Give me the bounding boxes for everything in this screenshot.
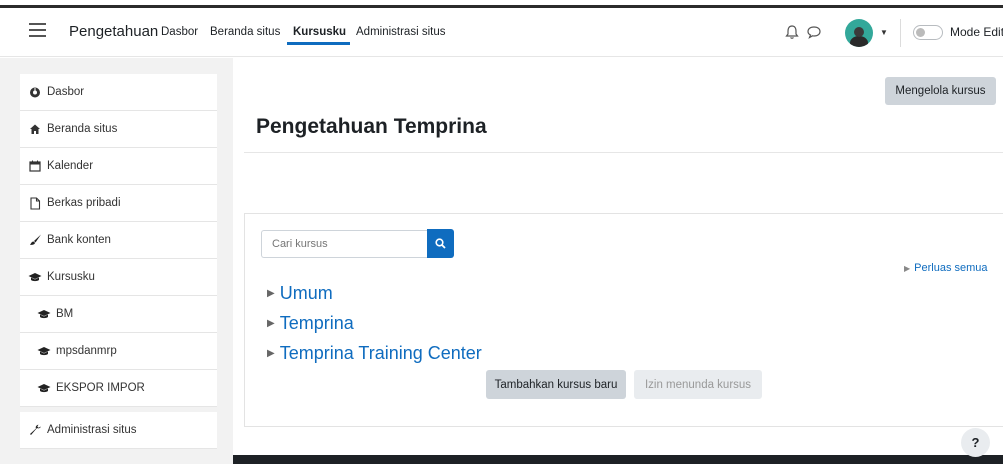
site-brand[interactable]: Pengetahuan [69, 23, 158, 40]
nav-link-administrasi-situs[interactable]: Administrasi situs [356, 26, 445, 38]
category-umum[interactable]: ▶ Umum [267, 283, 333, 304]
menu-icon[interactable] [29, 23, 46, 39]
nav-link-beranda-situs[interactable]: Beranda situs [210, 26, 280, 38]
caret-right-icon: ▶ [267, 288, 275, 299]
sidebar-item-beranda-situs[interactable]: Beranda situs [20, 111, 217, 148]
chat-icon[interactable] [806, 24, 822, 40]
bell-icon[interactable] [785, 24, 799, 40]
sidebar-item-kalender[interactable]: Kalender [20, 148, 217, 185]
sidebar-item-label: Beranda situs [47, 123, 118, 135]
sidebar-item-ekspor-impor[interactable]: EKSPOR IMPOR [20, 370, 217, 407]
category-temprina[interactable]: ▶ Temprina [267, 313, 354, 334]
home-icon [28, 122, 42, 136]
category-label: Temprina [279, 313, 354, 333]
graduation-cap-icon [37, 307, 51, 321]
sidebar-item-mpsdanmrp[interactable]: mpsdanmrp [20, 333, 217, 370]
course-search-input[interactable] [261, 230, 428, 258]
sidebar-item-berkas-pribadi[interactable]: Berkas pribadi [20, 185, 217, 222]
sidebar-item-label: Bank konten [47, 234, 111, 246]
chevron-down-icon[interactable]: ▼ [880, 28, 888, 37]
expand-all-link[interactable]: ▶ Perluas semua [904, 262, 988, 274]
category-label: Umum [279, 283, 333, 303]
graduation-cap-icon [37, 381, 51, 395]
pending-course-requests-button[interactable]: Izin menunda kursus [634, 370, 762, 399]
graduation-cap-icon [28, 270, 42, 284]
course-index-drawer: Dasbor Beranda situs Kalender Berkas pri… [0, 58, 233, 464]
navbar-divider [900, 19, 901, 47]
page-title: Pengetahuan Temprina [256, 115, 487, 138]
sidebar-item-kursusku[interactable]: Kursusku [20, 259, 217, 296]
add-new-course-button[interactable]: Tambahkan kursus baru [486, 370, 626, 399]
top-navbar: Pengetahuan Dasbor Beranda situs Kursusk… [0, 11, 1003, 57]
caret-right-icon: ▶ [267, 348, 275, 359]
category-temprina-training-center[interactable]: ▶ Temprina Training Center [267, 343, 482, 364]
sidebar-item-label: Kalender [47, 160, 94, 172]
category-label: Temprina Training Center [279, 343, 482, 363]
brush-icon [28, 233, 42, 247]
sidebar-item-label: Kursusku [47, 271, 95, 283]
active-tab-indicator [287, 42, 350, 45]
manage-courses-button[interactable]: Mengelola kursus [885, 77, 996, 105]
footer-bar [233, 455, 1003, 464]
sidebar-item-bm[interactable]: BM [20, 296, 217, 333]
sidebar-item-label: Dasbor [47, 86, 85, 98]
dashboard-icon [28, 85, 42, 99]
help-button[interactable]: ? [961, 428, 990, 457]
avatar[interactable] [845, 19, 873, 47]
nav-link-kursusku[interactable]: Kursusku [293, 26, 346, 38]
search-icon [435, 238, 446, 249]
sidebar-item-administrasi-situs[interactable]: Administrasi situs [20, 412, 217, 449]
sidebar-item-label: Administrasi situs [47, 424, 137, 436]
window-top-strip [0, 0, 1003, 8]
edit-mode-toggle[interactable] [913, 25, 943, 40]
sidebar-item-dasbor[interactable]: Dasbor [20, 74, 217, 111]
sidebar-item-label: mpsdanmrp [56, 345, 117, 357]
sidebar-item-label: Berkas pribadi [47, 197, 121, 209]
sidebar-item-label: BM [56, 308, 74, 320]
sidebar-item-bank-konten[interactable]: Bank konten [20, 222, 217, 259]
calendar-icon [28, 159, 42, 173]
wrench-icon [28, 423, 42, 437]
sidebar-item-label: EKSPOR IMPOR [56, 382, 145, 394]
edit-mode-label: Mode Edit [950, 25, 1003, 39]
expand-all-label: Perluas semua [914, 262, 988, 274]
caret-right-icon: ▶ [904, 264, 911, 273]
nav-link-dasbor[interactable]: Dasbor [161, 26, 198, 38]
caret-right-icon: ▶ [267, 318, 275, 329]
search-button[interactable] [427, 229, 454, 258]
graduation-cap-icon [37, 344, 51, 358]
file-icon [28, 196, 42, 210]
